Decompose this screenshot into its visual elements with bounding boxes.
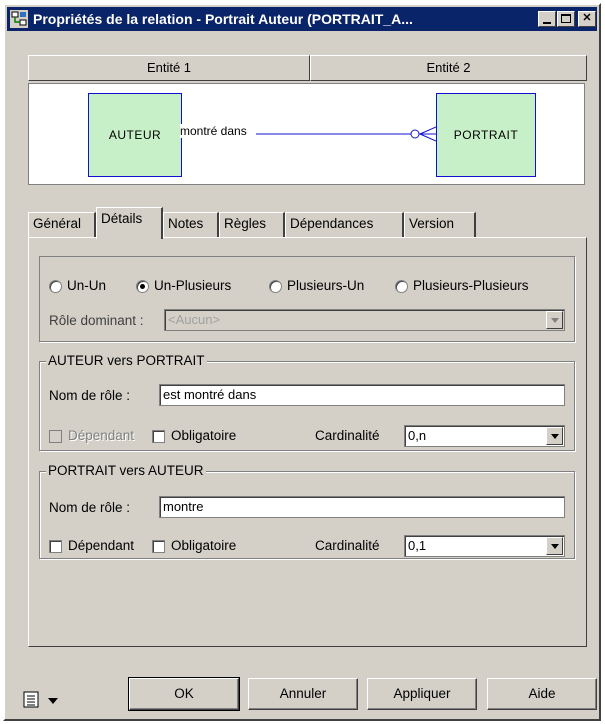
entity1-header[interactable]: Entité 1 (28, 55, 310, 81)
apply-button[interactable]: Appliquer (367, 678, 477, 710)
dominant-role-label: Rôle dominant : (49, 313, 144, 328)
radio-one-to-many-label: Un-Plusieurs (154, 278, 232, 293)
tab-general[interactable]: Général (28, 212, 96, 238)
group1-dependant-label: Dépendant (68, 428, 135, 443)
entity1-header-label: Entité 1 (146, 60, 192, 75)
relation-app-icon (10, 10, 28, 28)
chevron-down-icon (48, 698, 58, 704)
apply-button-label: Appliquer (393, 686, 451, 701)
group2-cardinality-value: 0,1 (408, 538, 427, 553)
dominant-role-dropdown-icon (546, 311, 563, 329)
group2-mandatory-checkbox[interactable] (152, 540, 165, 553)
tab-dependencies[interactable]: Dépendances (285, 212, 404, 238)
tab-notes[interactable]: Notes (163, 212, 219, 238)
radio-many-to-many[interactable] (395, 280, 408, 293)
radio-many-to-one[interactable] (269, 280, 282, 293)
list-icon (23, 691, 39, 708)
ok-button-label: OK (174, 686, 194, 701)
tab-strip: Général Détails Notes Règles Dépendances… (28, 207, 588, 239)
entity2-box[interactable]: PORTRAIT (436, 93, 536, 177)
entity1-box[interactable]: AUTEUR (88, 93, 182, 177)
entity2-name: PORTRAIT (453, 128, 519, 142)
ok-button[interactable]: OK (128, 677, 240, 711)
radio-one-to-many[interactable] (136, 280, 149, 293)
group2-cardinality-select[interactable]: 0,1 (404, 535, 565, 557)
tab-general-label: Général (33, 216, 82, 231)
group1-role-input[interactable]: est montré dans (159, 384, 565, 406)
relationship-diagram: AUTEUR PORTRAIT montré dans (28, 83, 585, 185)
help-button-label: Aide (528, 686, 556, 701)
radio-many-to-many-label: Plusieurs-Plusieurs (413, 278, 529, 293)
maximize-button[interactable] (557, 11, 575, 27)
group2-dependant-label: Dépendant (68, 538, 135, 553)
group1-role-value: est montré dans (163, 387, 257, 402)
group1-cardinality-value: 0,n (408, 428, 427, 443)
group1-cardinality-select[interactable]: 0,n (404, 425, 565, 447)
group2-role-value: montre (163, 499, 204, 514)
help-button[interactable]: Aide (487, 678, 597, 710)
dominant-role-select: <Aucun> (164, 309, 565, 331)
cancel-button[interactable]: Annuler (248, 678, 358, 710)
group2-role-input[interactable]: montre (159, 496, 565, 518)
radio-many-to-one-label: Plusieurs-Un (287, 278, 365, 293)
minimize-icon (543, 22, 551, 24)
close-button[interactable]: ✕ (578, 11, 596, 27)
minimize-button[interactable] (538, 11, 556, 27)
radio-one-to-one[interactable] (49, 280, 62, 293)
group2-cardinality-label: Cardinalité (315, 538, 380, 553)
entity1-name: AUTEUR (108, 128, 162, 142)
close-icon: ✕ (582, 12, 592, 24)
group1-dependant-checkbox (49, 430, 62, 443)
entity-header-bar: Entité 1 Entité 2 (28, 55, 587, 83)
window-title: Propriétés de la relation - Portrait Aut… (33, 11, 413, 27)
tab-rules[interactable]: Règles (219, 212, 285, 238)
list-menu-button[interactable] (23, 689, 73, 711)
entity2-header[interactable]: Entité 2 (310, 55, 587, 81)
cancel-button-label: Annuler (279, 686, 327, 701)
group1-cardinality-label: Cardinalité (315, 428, 380, 443)
tab-details-label: Détails (101, 211, 143, 226)
group2-role-label: Nom de rôle : (49, 500, 131, 515)
group1-mandatory-label: Obligatoire (171, 428, 237, 443)
dominant-role-value: <Aucun> (168, 312, 221, 327)
relation-label: montré dans (180, 124, 256, 138)
group2-dependant-checkbox[interactable] (49, 540, 62, 553)
properties-dialog: Propriétés de la relation - Portrait Aut… (3, 3, 601, 721)
maximize-icon (561, 14, 571, 23)
details-panel: Un-Un Un-Plusieurs Plusieurs-Un Plusieur… (28, 237, 587, 647)
tab-rules-label: Règles (224, 216, 267, 231)
group2-mandatory-label: Obligatoire (171, 538, 237, 553)
group2-cardinality-dropdown-icon[interactable] (546, 537, 563, 555)
tab-version[interactable]: Version (404, 212, 476, 238)
group1-role-label: Nom de rôle : (49, 388, 131, 403)
title-bar[interactable]: Propriétés de la relation - Portrait Aut… (7, 7, 597, 31)
group1-cardinality-dropdown-icon[interactable] (546, 427, 563, 445)
tab-version-label: Version (409, 216, 455, 231)
tab-dependencies-label: Dépendances (290, 216, 374, 231)
entity2-header-label: Entité 2 (426, 60, 471, 75)
tab-details[interactable]: Détails (96, 207, 163, 239)
tab-notes-label: Notes (168, 216, 204, 231)
group1-mandatory-checkbox[interactable] (152, 430, 165, 443)
radio-one-to-one-label: Un-Un (67, 278, 107, 293)
group-portrait-to-auteur-title: PORTRAIT vers AUTEUR (46, 463, 206, 478)
group-auteur-to-portrait-title: AUTEUR vers PORTRAIT (46, 353, 207, 368)
